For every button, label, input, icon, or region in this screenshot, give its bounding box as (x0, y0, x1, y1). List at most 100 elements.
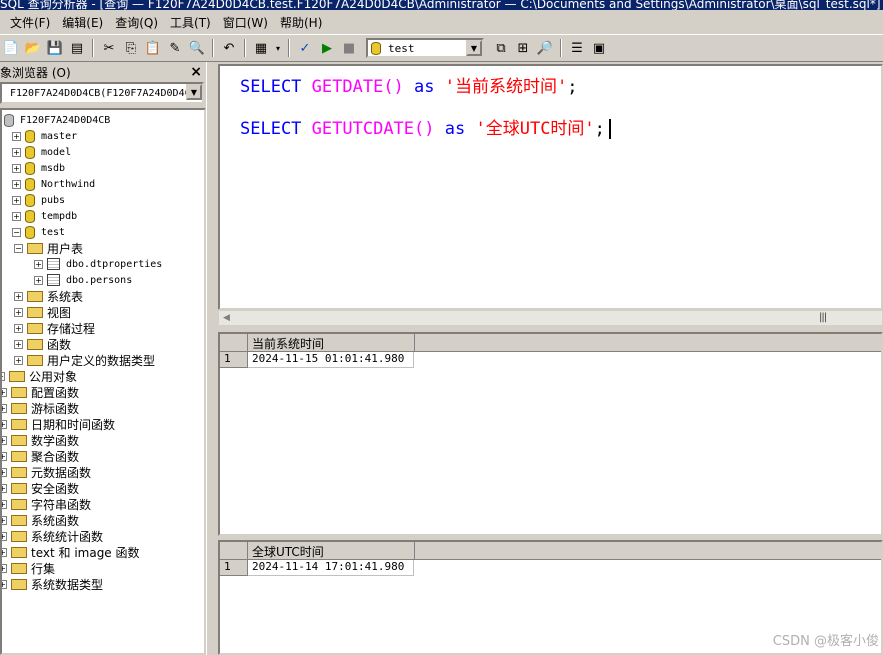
expand-icon[interactable]: + (2, 403, 7, 413)
expand-icon[interactable]: + (12, 163, 21, 173)
stop-icon[interactable]: ■ (340, 39, 358, 57)
scroll-left-icon[interactable]: ◀ (223, 313, 230, 323)
query-editor[interactable]: SELECT GETDATE() as '当前系统时间'; SELECT GET… (218, 64, 883, 310)
clear-icon[interactable]: ✎ (166, 39, 184, 57)
tree-server[interactable]: F120F7A24D0D4CB (4, 112, 110, 128)
cut-icon[interactable]: ✂ (100, 39, 118, 57)
tree-public-folder[interactable]: + 系统统计函数 (2, 528, 103, 544)
tree-public-folder[interactable]: + 数学函数 (2, 432, 79, 448)
tree-public-folder[interactable]: + 字符串函数 (2, 496, 91, 512)
tree-public-folder[interactable]: + 配置函数 (2, 384, 79, 400)
expand-icon[interactable]: + (2, 419, 7, 429)
open-icon[interactable]: 📂 (24, 39, 42, 57)
tree-db-tempdb[interactable]: + tempdb (12, 208, 77, 224)
tree-public-folder[interactable]: + 游标函数 (2, 400, 79, 416)
chevron-down-icon[interactable]: ▼ (466, 40, 482, 56)
tree-table-persons[interactable]: + dbo.persons (34, 272, 132, 288)
tree-table-dtproperties[interactable]: + dbo.dtproperties (34, 256, 162, 272)
menu-window[interactable]: 窗口(W) (217, 14, 274, 31)
expand-icon[interactable]: + (14, 355, 23, 365)
tree-public-folder[interactable]: + 安全函数 (2, 480, 79, 496)
save-icon[interactable]: 💾 (46, 39, 64, 57)
expand-icon[interactable]: + (2, 499, 7, 509)
expand-icon[interactable]: + (14, 323, 23, 333)
expand-icon[interactable]: + (2, 483, 7, 493)
expand-icon[interactable]: + (14, 291, 23, 301)
tree-public-folder[interactable]: + 元数据函数 (2, 464, 91, 480)
editor-horizontal-scrollbar[interactable]: ◀ ||| (218, 310, 883, 326)
results-pane-icon[interactable]: ▣ (590, 39, 608, 57)
tree-db-master[interactable]: + master (12, 128, 77, 144)
execute-icon[interactable]: ▶ (318, 39, 336, 57)
expand-icon[interactable]: + (12, 211, 21, 221)
expand-icon[interactable]: + (12, 131, 21, 141)
tree-public-folder[interactable]: + 系统数据类型 (2, 576, 103, 592)
row-number[interactable]: 1 (220, 352, 248, 368)
tree-db-test[interactable]: − test (12, 224, 65, 240)
tree-functions[interactable]: + 函数 (14, 336, 71, 352)
expand-icon[interactable]: + (2, 435, 7, 445)
object-browser-icon[interactable]: ⊞ (514, 39, 532, 57)
pane-splitter[interactable] (206, 62, 218, 655)
tree-stored-procedures[interactable]: + 存储过程 (14, 320, 95, 336)
tree-public-folder[interactable]: + 聚合函数 (2, 448, 79, 464)
expand-icon[interactable]: + (34, 275, 43, 285)
insert-template-icon[interactable]: ▤ (68, 39, 86, 57)
collapse-icon[interactable]: − (14, 243, 23, 253)
menu-help[interactable]: 帮助(H) (274, 14, 328, 31)
tree-db-northwind[interactable]: + Northwind (12, 176, 95, 192)
tree-public-folder[interactable]: + 日期和时间函数 (2, 416, 115, 432)
menu-file[interactable]: 文件(F) (0, 14, 56, 31)
column-header[interactable]: 当前系统时间 (248, 334, 881, 352)
tree-public-folder[interactable]: + 系统函数 (2, 512, 79, 528)
expand-icon[interactable]: + (2, 547, 7, 557)
tree-user-tables[interactable]: − 用户表 (14, 240, 83, 256)
expand-icon[interactable]: + (2, 515, 7, 525)
expand-icon[interactable]: + (2, 563, 7, 573)
tree-system-tables[interactable]: + 系统表 (14, 288, 83, 304)
properties-icon[interactable]: ☰ (568, 39, 586, 57)
parse-icon[interactable]: ✓ (296, 39, 314, 57)
expand-icon[interactable]: + (12, 179, 21, 189)
tree-db-pubs[interactable]: + pubs (12, 192, 65, 208)
collapse-icon[interactable]: − (2, 371, 5, 381)
expand-icon[interactable]: + (14, 307, 23, 317)
scroll-thumb-grip-icon[interactable]: ||| (819, 312, 827, 323)
column-divider[interactable] (414, 542, 415, 560)
row-number[interactable]: 1 (220, 560, 248, 576)
expand-icon[interactable]: + (2, 387, 7, 397)
result-cell[interactable]: 2024-11-15 01:01:41.980 (248, 352, 414, 368)
object-search-icon[interactable]: 🔎 (536, 39, 554, 57)
column-header[interactable]: 全球UTC时间 (248, 542, 881, 560)
chevron-down-icon[interactable]: ▼ (186, 84, 202, 100)
tree-public-folder[interactable]: + 行集 (2, 560, 55, 576)
result-cell[interactable]: 2024-11-14 17:01:41.980 (248, 560, 414, 576)
collapse-icon[interactable]: − (12, 227, 21, 237)
tree-db-model[interactable]: + model (12, 144, 71, 160)
results-mode-icon[interactable]: ▦ (252, 39, 270, 57)
copy-icon[interactable]: ⎘ (122, 39, 140, 57)
tree-user-types[interactable]: + 用户定义的数据类型 (14, 352, 155, 368)
expand-icon[interactable]: + (12, 147, 21, 157)
menu-edit[interactable]: 编辑(E) (56, 14, 109, 31)
object-tree[interactable]: F120F7A24D0D4CB + master + model + msdb + No… (0, 108, 206, 655)
chevron-down-icon[interactable]: ▾ (274, 39, 282, 57)
close-icon[interactable]: × (190, 64, 202, 80)
menu-query[interactable]: 查询(Q) (109, 14, 164, 31)
expand-icon[interactable]: + (2, 531, 7, 541)
tree-public-folder[interactable]: + text 和 image 函数 (2, 544, 140, 560)
database-select[interactable]: test ▼ (366, 38, 484, 58)
expand-icon[interactable]: + (2, 451, 7, 461)
tree-public-objects[interactable]: − 公用对象 (2, 368, 77, 384)
server-select[interactable]: F120F7A24D0D4CB(F120F7A24D0D4C ▼ (0, 82, 204, 104)
column-divider[interactable] (414, 334, 415, 352)
menu-tools[interactable]: 工具(T) (164, 14, 217, 31)
expand-icon[interactable]: + (2, 467, 7, 477)
results-grid-1[interactable]: 当前系统时间 1 2024-11-15 01:01:41.980 (218, 332, 883, 536)
expand-icon[interactable]: + (34, 259, 43, 269)
find-icon[interactable]: 🔍 (188, 39, 206, 57)
expand-icon[interactable]: + (14, 339, 23, 349)
expand-icon[interactable]: + (12, 195, 21, 205)
new-query-icon[interactable]: 📄 (2, 39, 20, 57)
expand-icon[interactable]: + (2, 579, 7, 589)
